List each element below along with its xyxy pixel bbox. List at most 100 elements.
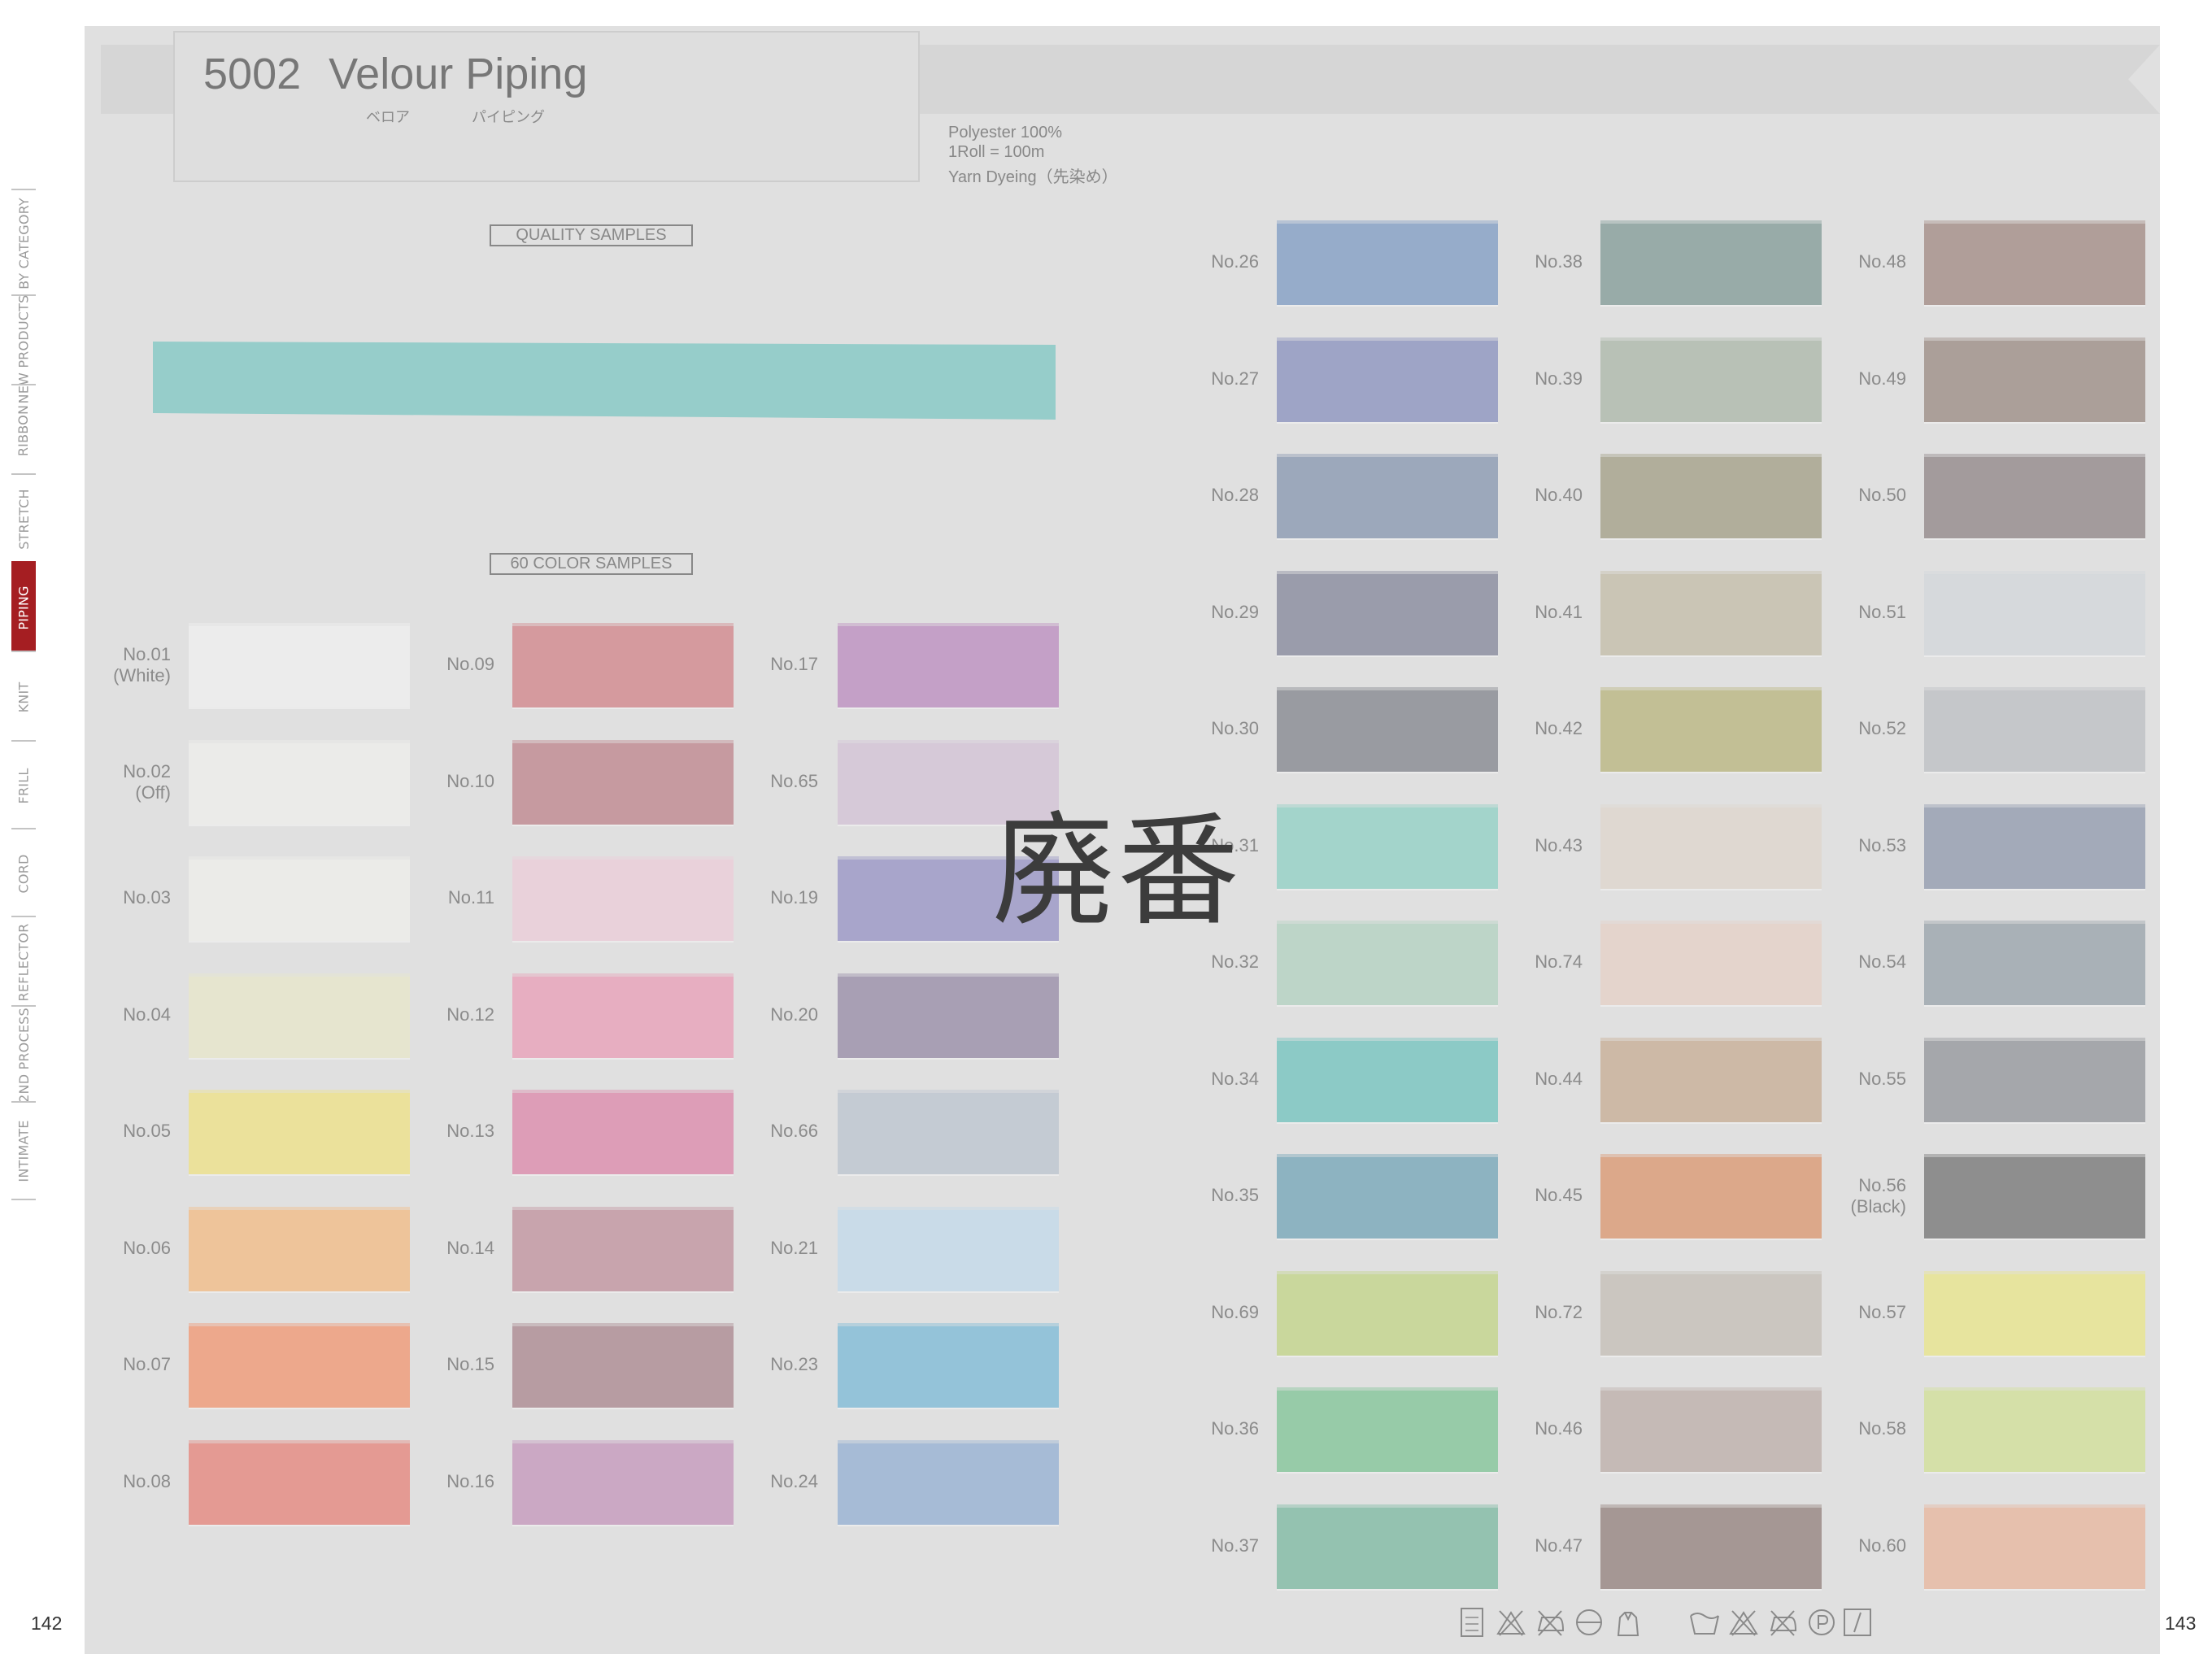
side-tab-knit[interactable]: KNIT xyxy=(11,651,36,742)
swatch-label: No.52 xyxy=(1801,718,1906,739)
color-swatch xyxy=(512,623,734,707)
color-swatch xyxy=(1924,337,2145,422)
swatch-number: No.56 xyxy=(1858,1175,1906,1195)
side-tab-2nd-process[interactable]: 2ND PROCESS xyxy=(11,1005,36,1103)
swatch-number: No.30 xyxy=(1211,718,1259,738)
swatch-label: No.42 xyxy=(1477,718,1583,739)
swatch-label: No.17 xyxy=(712,654,818,675)
swatch-label: No.08 xyxy=(65,1471,171,1492)
swatch-number: No.15 xyxy=(446,1354,494,1374)
swatch-label: No.19 xyxy=(712,887,818,908)
swatch-label: No.74 xyxy=(1477,951,1583,973)
color-swatch xyxy=(1600,454,1822,538)
color-swatch xyxy=(1924,1154,2145,1239)
color-swatch xyxy=(512,1090,734,1174)
color-swatch xyxy=(189,973,410,1058)
color-swatch xyxy=(1600,220,1822,305)
side-tab-intimate[interactable]: INTIMATE xyxy=(11,1101,36,1200)
page-number-left: 142 xyxy=(31,1613,63,1634)
swatch-label: No.06 xyxy=(65,1238,171,1259)
color-swatch xyxy=(512,740,734,825)
swatch-number: No.57 xyxy=(1858,1302,1906,1322)
quality-samples-label: QUALITY SAMPLES xyxy=(490,224,693,246)
swatch-number: No.49 xyxy=(1858,368,1906,389)
side-tab-frill[interactable]: FRILL xyxy=(11,740,36,829)
color-swatch xyxy=(189,1207,410,1291)
line-dry-icon xyxy=(1844,1609,1871,1636)
color-swatch xyxy=(1924,1387,2145,1472)
swatch-label: No.49 xyxy=(1801,368,1906,390)
bleach-triangle-icon xyxy=(1729,1610,1758,1636)
color-swatch xyxy=(838,973,1059,1058)
color-swatch xyxy=(1924,454,2145,538)
swatch-number: No.20 xyxy=(770,1004,818,1025)
side-tab-cord[interactable]: CORD xyxy=(11,828,36,917)
swatch-number: No.60 xyxy=(1858,1535,1906,1556)
swatch-subname: (Off) xyxy=(135,782,171,803)
color-swatch xyxy=(1924,687,2145,772)
color-swatch xyxy=(1600,1038,1822,1122)
swatch-number: No.74 xyxy=(1535,951,1583,972)
side-tab-by-category[interactable]: BY CATEGORY xyxy=(11,189,36,296)
product-name: Velour Piping xyxy=(329,50,588,98)
swatch-number: No.04 xyxy=(123,1004,171,1025)
no-tumble-dry-icon xyxy=(1576,1609,1602,1635)
swatch-label: No.10 xyxy=(389,771,494,792)
swatch-number: No.40 xyxy=(1535,485,1583,505)
product-kana-2: パイピング xyxy=(472,109,545,125)
swatch-label: No.41 xyxy=(1477,602,1583,623)
color-swatch xyxy=(1277,454,1498,538)
color-swatch xyxy=(1600,571,1822,655)
swatch-label: No.55 xyxy=(1801,1069,1906,1090)
swatch-label: No.02 (Off) xyxy=(65,761,171,803)
side-tab-ribbon[interactable]: RIBBON xyxy=(11,384,36,475)
swatch-label: No.54 xyxy=(1801,951,1906,973)
swatch-number: No.14 xyxy=(446,1238,494,1258)
swatch-number: No.32 xyxy=(1211,951,1259,972)
swatch-label: No.09 xyxy=(389,654,494,675)
swatch-number: No.17 xyxy=(770,654,818,674)
color-swatch xyxy=(838,1090,1059,1174)
side-tab-piping[interactable]: PIPING xyxy=(11,561,36,652)
swatch-label: No.69 xyxy=(1153,1302,1259,1323)
swatch-label: No.05 xyxy=(65,1121,171,1142)
swatch-label: No.26 xyxy=(1153,251,1259,272)
side-tab-reflector[interactable]: REFLECTOR xyxy=(11,916,36,1007)
swatch-label: No.27 xyxy=(1153,368,1259,390)
color-swatch xyxy=(1277,687,1498,772)
swatch-number: No.08 xyxy=(123,1471,171,1491)
swatch-number: No.01 xyxy=(123,644,171,664)
color-swatch xyxy=(1924,571,2145,655)
spec-roll: 1Roll = 100m xyxy=(948,143,1045,161)
swatch-label: No.11 xyxy=(389,887,494,908)
swatch-number: No.51 xyxy=(1858,602,1906,622)
swatch-label: No.29 xyxy=(1153,602,1259,623)
color-swatch xyxy=(512,1207,734,1291)
color-swatch xyxy=(1277,1154,1498,1239)
swatch-label: No.47 xyxy=(1477,1535,1583,1556)
color-swatch xyxy=(1924,1038,2145,1122)
swatch-number: No.13 xyxy=(446,1121,494,1141)
swatch-number: No.21 xyxy=(770,1238,818,1258)
swatch-label: No.53 xyxy=(1801,835,1906,856)
swatch-label: No.13 xyxy=(389,1121,494,1142)
swatch-number: No.07 xyxy=(123,1354,171,1374)
swatch-number: No.42 xyxy=(1535,718,1583,738)
swatch-label: No.39 xyxy=(1477,368,1583,390)
swatch-number: No.36 xyxy=(1211,1418,1259,1439)
color-swatch xyxy=(1277,921,1498,1005)
color-swatch xyxy=(512,973,734,1058)
color-swatch xyxy=(189,1090,410,1174)
swatch-subname: (White) xyxy=(113,665,171,686)
color-swatch xyxy=(1600,1154,1822,1239)
spec-dyeing: Yarn Dyeing（先染め） xyxy=(948,168,1118,186)
swatch-label: No.38 xyxy=(1477,251,1583,272)
swatch-label: No.24 xyxy=(712,1471,818,1492)
color-swatch xyxy=(1600,1387,1822,1472)
side-tab-stretch[interactable]: STRETCH xyxy=(11,473,36,563)
swatch-label: No.32 xyxy=(1153,951,1259,973)
swatch-label: No.35 xyxy=(1153,1185,1259,1206)
swatch-number: No.69 xyxy=(1211,1302,1259,1322)
color-swatch xyxy=(189,1323,410,1408)
swatch-label: No.57 xyxy=(1801,1302,1906,1323)
